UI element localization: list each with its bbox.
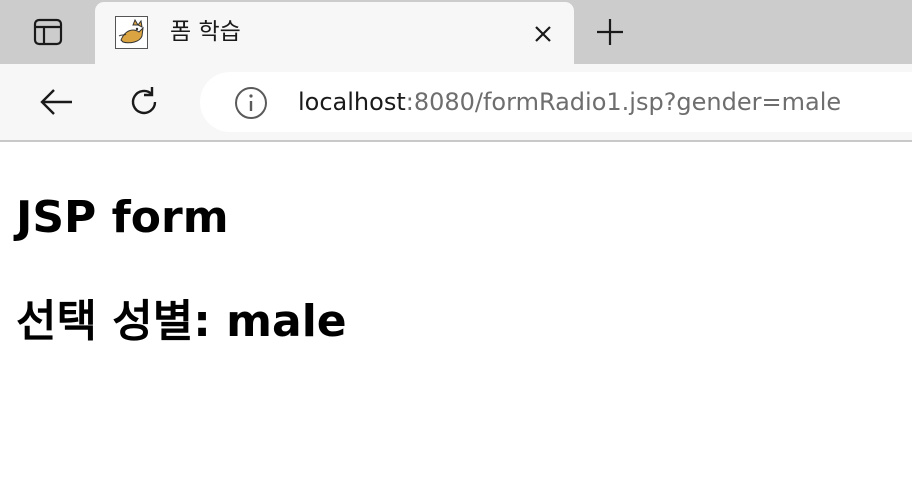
tab-sidebar-button[interactable] xyxy=(16,8,80,56)
tomcat-icon xyxy=(115,16,148,49)
page-heading: JSP form xyxy=(16,192,229,243)
tab-title: 폼 학습 xyxy=(170,19,241,45)
selected-gender-label: 선택 성별: xyxy=(16,296,227,347)
reload-button[interactable] xyxy=(120,78,168,126)
address-bar[interactable]: localhost:8080/formRadio1.jsp?gender=mal… xyxy=(200,72,912,132)
plus-icon xyxy=(595,17,625,47)
selected-gender-value: male xyxy=(226,296,347,347)
url-path: :8080/formRadio1.jsp?gender=male xyxy=(405,88,842,116)
info-icon[interactable] xyxy=(234,86,268,120)
new-tab-button[interactable] xyxy=(588,10,632,54)
back-button[interactable] xyxy=(32,78,80,126)
tab-sidebar-icon xyxy=(33,17,63,47)
tab-close-button[interactable] xyxy=(527,18,559,50)
tab-strip: 폼 학습 xyxy=(0,0,912,64)
selected-gender-line: 선택 성별: male xyxy=(16,296,347,348)
browser-toolbar: localhost:8080/formRadio1.jsp?gender=mal… xyxy=(0,64,912,142)
reload-icon xyxy=(127,85,161,119)
url-host: localhost xyxy=(298,88,406,116)
back-arrow-icon xyxy=(38,87,74,117)
close-icon xyxy=(533,24,553,44)
browser-tab-active[interactable]: 폼 학습 xyxy=(95,2,574,64)
page-content: JSP form 선택 성별: male xyxy=(0,142,912,490)
url-text[interactable]: localhost:8080/formRadio1.jsp?gender=mal… xyxy=(298,86,841,118)
